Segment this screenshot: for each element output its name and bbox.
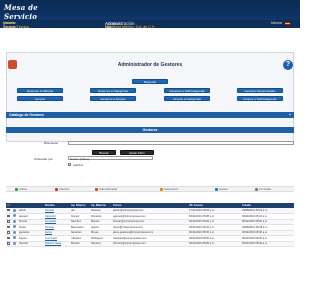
back-button[interactable]: Regresar (132, 79, 168, 84)
legend-administrator[interactable]: Administrador (95, 187, 118, 191)
managers-table: Nombre Ap. Paterno Ap. Materno Correo Úl… (6, 203, 294, 247)
user-icon (13, 219, 16, 223)
row-checkbox[interactable] (7, 208, 10, 212)
user-icon (13, 225, 16, 229)
row-checkbox[interactable] (7, 225, 10, 228)
row-checkbox[interactable] (7, 214, 10, 217)
catalog-header[interactable]: Catálogo de Gestores + (6, 112, 294, 118)
supervisor-icon (160, 187, 163, 191)
row-checkbox[interactable] (7, 231, 10, 234)
legend-active[interactable]: Activo (15, 187, 27, 191)
managers-to-groups-button[interactable]: Gestores a Grupos (90, 96, 136, 101)
inactive-checkbox-label: Inactivo (73, 163, 84, 167)
table-cell[interactable]: Roberto Nava (44, 241, 70, 247)
app-logo[interactable]: Mesa de Servicio (4, 3, 64, 21)
row-checkbox[interactable] (7, 236, 10, 239)
spain-flag-icon[interactable] (285, 22, 290, 25)
table-row[interactable]: rbenitez Roberto Nava Benítez Ramírez rbenit… (6, 241, 294, 247)
inactive-checkbox[interactable] (68, 163, 71, 166)
table-cell: 06/11/2016 08:06 p.m. (188, 241, 241, 247)
session-info: Usuario: gadmin Servicio: Soporte Técnic… (0, 20, 300, 29)
active-icon (15, 187, 18, 191)
company-name: WebMesa México, S.A. de C.V. (105, 25, 155, 29)
table-cell: rbenitez@mimempresa.com (112, 241, 188, 247)
supervised-managers-button[interactable]: Gestores Supervisados (237, 88, 283, 93)
user-icon (13, 208, 16, 212)
administrator-role-icon (95, 187, 98, 191)
row-checkbox[interactable] (7, 242, 10, 245)
row-checkbox[interactable] (7, 220, 10, 223)
managers-to-categories-button[interactable]: Gestores a Categorías (90, 88, 136, 93)
search-input[interactable] (68, 141, 294, 145)
legend-manager[interactable]: Gestor (215, 187, 228, 191)
page-title: Administrador de Gestores (117, 62, 183, 68)
groups-button[interactable]: Grupos (17, 96, 63, 101)
groups-to-subcategories-button[interactable]: Grupos a SubCategorías (237, 96, 283, 101)
search-button[interactable]: Buscar (92, 150, 116, 155)
user-icon (13, 241, 16, 245)
table-cell: Ramírez (90, 241, 112, 247)
manager-icon (215, 187, 218, 191)
clear-filter-button[interactable]: Quitar Filtro (120, 150, 154, 155)
top-header: Mesa de Servicio Usuario: gadmin Servici… (0, 0, 300, 29)
service-name: Soporte Técnico (3, 24, 30, 29)
user-icon (13, 236, 16, 240)
search-label: Búsqueda: (44, 141, 59, 145)
catalog-title: Catálogo de Gestores (9, 113, 45, 117)
table-cell: 06/11/2016 08:04 a.m. (241, 241, 294, 247)
help-icon[interactable]: ? (283, 60, 293, 70)
table-cell: Benítez (70, 241, 90, 247)
groups-to-categories-button[interactable]: Grupos a Categorías (164, 96, 210, 101)
inactive-icon (55, 187, 58, 191)
managers-to-subcategories-button[interactable]: Gestores a SubCategorías (164, 88, 210, 93)
legend-supervisor[interactable]: Supervisor (160, 187, 178, 191)
select-all-checkbox[interactable] (7, 203, 10, 207)
expand-icon[interactable]: + (289, 112, 291, 118)
administrator-icon (8, 60, 17, 69)
legend-consult[interactable]: Consulta (255, 187, 271, 191)
order-by-label: Ordenado por: (34, 157, 54, 161)
user-icon (13, 230, 16, 234)
user-icon (13, 214, 16, 218)
legend-inactive[interactable]: Inactivo (55, 187, 69, 191)
table-cell: rbenitez (18, 241, 44, 247)
order-by-select[interactable]: Gestor (Clave) (68, 156, 153, 161)
legend-toolbar (6, 186, 294, 192)
consult-icon (255, 187, 258, 191)
managers-to-offices-button[interactable]: Gestores a Oficinas (17, 88, 63, 93)
managers-section-header: Gestores (6, 127, 294, 133)
language-label[interactable]: Idioma (271, 21, 282, 25)
